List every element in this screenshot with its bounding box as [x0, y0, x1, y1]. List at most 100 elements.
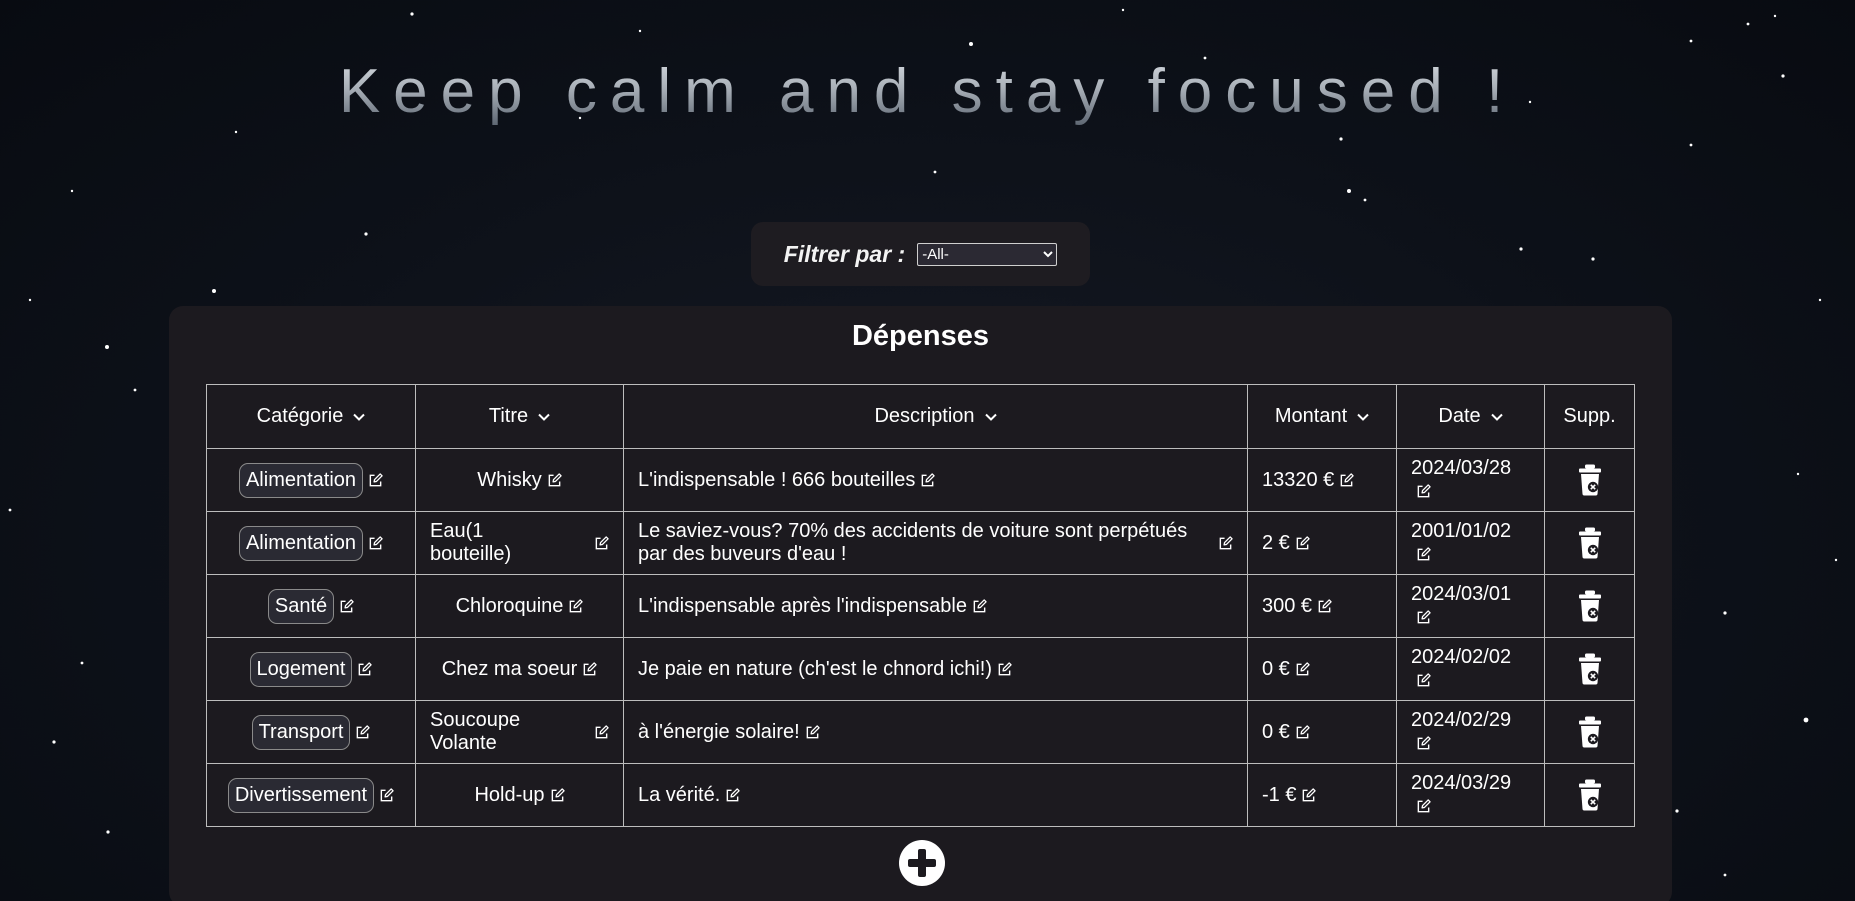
category-tag[interactable]: Transport	[251, 714, 351, 750]
edit-icon[interactable]	[725, 788, 740, 803]
expense-description: à l'énergie solaire!	[638, 720, 800, 743]
edit-icon[interactable]	[594, 724, 609, 740]
header-amount[interactable]: Montant	[1247, 384, 1397, 449]
cell-delete	[1544, 574, 1635, 638]
trash-icon	[1578, 590, 1601, 622]
edit-icon[interactable]	[1416, 736, 1431, 751]
delete-button[interactable]	[1578, 716, 1602, 748]
edit-icon[interactable]	[339, 598, 354, 614]
chevron-down-icon	[984, 413, 997, 421]
header-description[interactable]: Description	[623, 384, 1248, 449]
delete-button[interactable]	[1578, 527, 1602, 559]
cell-description: à l'énergie solaire!	[623, 700, 1248, 764]
edit-icon[interactable]	[1416, 673, 1431, 688]
cell-delete	[1544, 763, 1635, 827]
expense-amount: 0 €	[1262, 720, 1290, 743]
cell-description: La vérité.	[623, 763, 1248, 827]
edit-icon[interactable]	[920, 473, 936, 488]
cell-date: 2024/03/01	[1396, 574, 1545, 638]
expense-date: 2024/03/01	[1411, 583, 1512, 605]
cell-category: Santé	[206, 574, 416, 638]
edit-icon[interactable]	[997, 662, 1012, 677]
expense-date: 2024/02/02	[1411, 646, 1512, 668]
delete-button[interactable]	[1578, 779, 1602, 811]
edit-icon[interactable]	[1218, 535, 1233, 551]
edit-icon[interactable]	[568, 599, 584, 614]
expense-amount: 13320 €	[1262, 468, 1335, 491]
header-description-label: Description	[874, 405, 975, 427]
edit-icon[interactable]	[1416, 799, 1431, 814]
table-row: Logement Chez ma soeur Je paie en nature (…	[206, 637, 1635, 701]
edit-icon[interactable]	[1295, 662, 1310, 677]
edit-icon[interactable]	[379, 787, 394, 803]
edit-icon[interactable]	[1339, 473, 1355, 488]
edit-icon[interactable]	[1317, 599, 1332, 614]
cell-delete	[1544, 637, 1635, 701]
table-header-row: Catégorie Titre Description Montant Date…	[206, 384, 1635, 449]
header-category[interactable]: Catégorie	[206, 384, 416, 449]
edit-icon[interactable]	[368, 472, 383, 488]
edit-icon[interactable]	[1301, 788, 1317, 803]
header-title[interactable]: Titre	[415, 384, 624, 449]
delete-button[interactable]	[1578, 590, 1602, 622]
edit-icon[interactable]	[550, 788, 565, 803]
expense-title: Hold-up	[474, 783, 545, 806]
expense-title: Chez ma soeur	[441, 657, 578, 680]
edit-icon[interactable]	[1416, 484, 1431, 499]
cell-category: Alimentation	[206, 511, 416, 575]
chevron-down-icon	[1490, 413, 1503, 421]
table-row: Santé Chloroquine L'indispensable après l'…	[206, 574, 1635, 638]
cell-delete	[1544, 511, 1635, 575]
edit-icon[interactable]	[805, 725, 820, 740]
cell-category: Divertissement	[206, 763, 416, 827]
expense-amount: 2 €	[1262, 531, 1290, 554]
cell-date: 2024/02/02	[1396, 637, 1545, 701]
category-tag[interactable]: Logement	[249, 651, 353, 687]
header-delete: Supp.	[1544, 384, 1635, 449]
category-tag[interactable]: Divertissement	[227, 777, 375, 813]
cell-title: Whisky	[415, 448, 624, 512]
edit-icon[interactable]	[1295, 725, 1310, 740]
edit-icon[interactable]	[1295, 536, 1310, 551]
cell-title: Chez ma soeur	[415, 637, 624, 701]
cell-amount: 300 €	[1247, 574, 1397, 638]
header-amount-label: Montant	[1274, 405, 1348, 427]
category-tag[interactable]: Santé	[267, 588, 335, 624]
category-tag[interactable]: Alimentation	[238, 462, 364, 498]
edit-icon[interactable]	[355, 724, 371, 740]
edit-icon[interactable]	[1416, 610, 1431, 625]
edit-icon[interactable]	[594, 535, 609, 551]
expense-description: La vérité.	[638, 783, 721, 806]
expense-description: L'indispensable après l'indispensable	[638, 594, 967, 617]
expense-amount: -1 €	[1262, 783, 1297, 806]
edit-icon[interactable]	[357, 661, 373, 677]
delete-button[interactable]	[1578, 653, 1602, 685]
edit-icon[interactable]	[972, 599, 987, 614]
cell-amount: -1 €	[1247, 763, 1397, 827]
add-expense-button[interactable]	[899, 840, 945, 886]
filter-select[interactable]: -All-	[917, 242, 1058, 266]
expense-description: L'indispensable ! 666 bouteilles	[638, 468, 916, 491]
expense-date: 2024/02/29	[1411, 709, 1512, 731]
table-row: Transport Soucoupe Volante à l'énergie sol…	[206, 700, 1635, 764]
edit-icon[interactable]	[582, 662, 598, 677]
expense-date: 2001/01/02	[1411, 520, 1512, 542]
delete-button[interactable]	[1578, 464, 1602, 496]
edit-icon[interactable]	[368, 535, 383, 551]
cell-date: 2024/03/28	[1396, 448, 1545, 512]
edit-icon[interactable]	[547, 473, 562, 488]
cell-delete	[1544, 448, 1635, 512]
expense-title: Soucoupe Volante	[430, 709, 521, 754]
category-tag[interactable]: Alimentation	[238, 525, 364, 561]
cell-amount: 2 €	[1247, 511, 1397, 575]
expense-title: Whisky	[477, 468, 542, 491]
header-delete-label: Supp.	[1563, 405, 1616, 427]
cell-description: Le saviez-vous? 70% des accidents de voi…	[623, 511, 1248, 575]
header-title-label: Titre	[488, 405, 529, 427]
header-date[interactable]: Date	[1396, 384, 1545, 449]
header-date-label: Date	[1438, 405, 1481, 427]
expense-description: Le saviez-vous? 70% des accidents de voi…	[638, 520, 1188, 565]
cell-title: Eau(1 bouteille)	[415, 511, 624, 575]
filter-label: Filtrer par :	[783, 240, 906, 267]
edit-icon[interactable]	[1416, 547, 1431, 562]
